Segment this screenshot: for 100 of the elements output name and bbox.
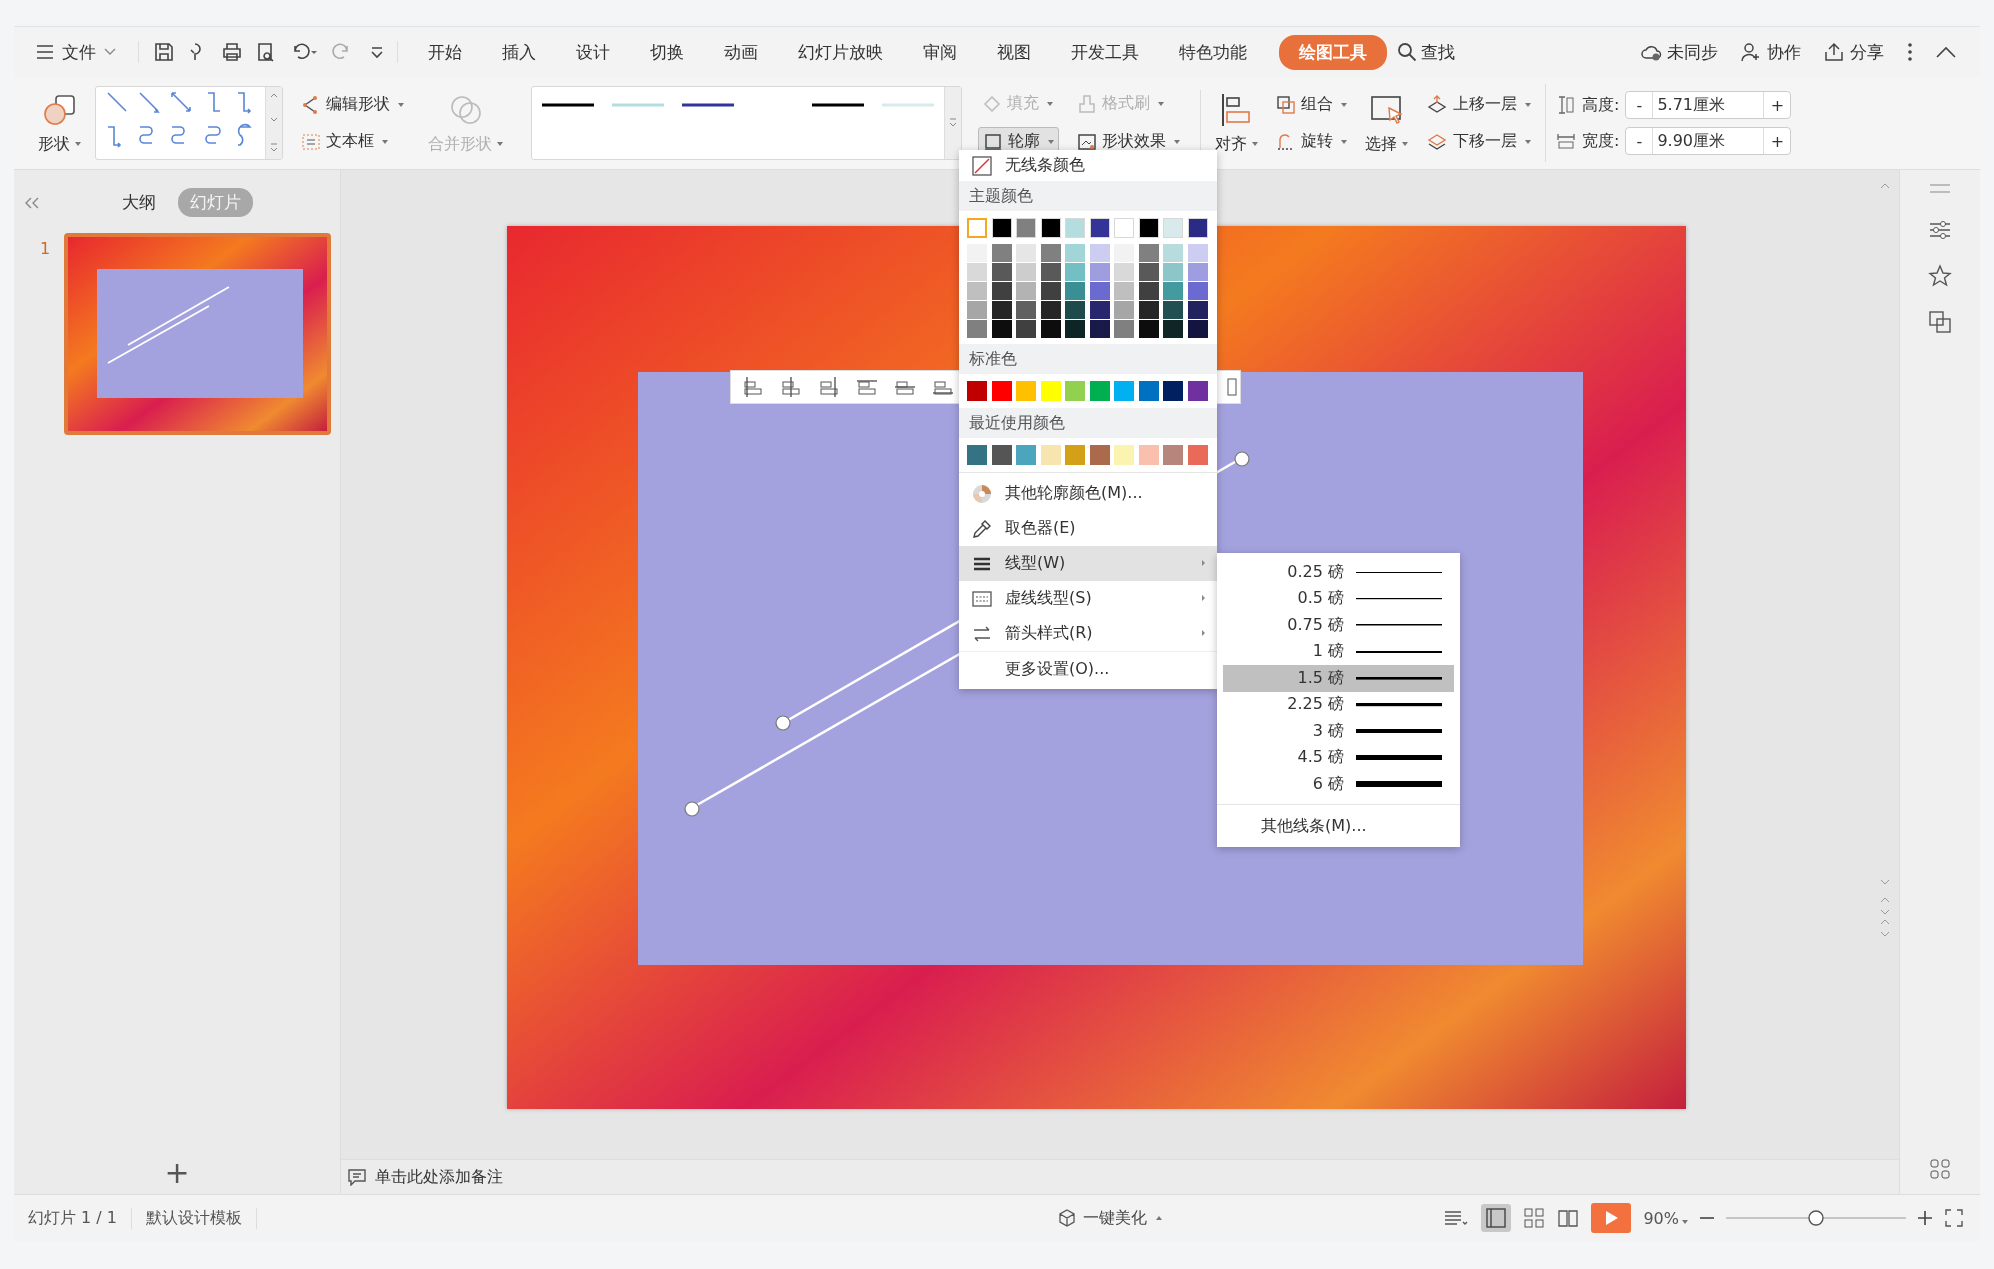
ribbon-tab[interactable]: 开发工具 — [1051, 34, 1159, 70]
save-icon[interactable] — [153, 41, 175, 63]
color-swatch[interactable] — [1187, 301, 1208, 319]
color-swatch[interactable] — [1163, 381, 1183, 401]
line-style-sample[interactable] — [812, 103, 864, 107]
color-swatch[interactable] — [967, 218, 987, 238]
color-swatch[interactable] — [1114, 282, 1134, 300]
color-swatch[interactable] — [1138, 301, 1159, 319]
align-icon[interactable] — [817, 375, 841, 399]
ribbon-button[interactable]: 下移一层 — [1422, 128, 1535, 155]
slide-thumbnail[interactable] — [64, 233, 332, 435]
color-swatch[interactable] — [1065, 320, 1085, 338]
color-swatch[interactable] — [1114, 445, 1134, 465]
color-swatch[interactable] — [1163, 282, 1183, 300]
color-swatch[interactable] — [967, 263, 987, 281]
ribbon-tab[interactable]: 开始 — [408, 34, 482, 70]
color-swatch[interactable] — [1040, 218, 1061, 238]
color-swatch[interactable] — [967, 282, 987, 300]
ribbon-tab[interactable]: 视图 — [977, 34, 1051, 70]
sliders-icon[interactable] — [1928, 218, 1952, 242]
color-swatch[interactable] — [1040, 282, 1061, 300]
color-swatch[interactable] — [1065, 301, 1085, 319]
ribbon-tab[interactable]: 插入 — [482, 34, 556, 70]
grid-icon[interactable] — [1929, 1158, 1951, 1180]
color-swatch[interactable] — [1089, 320, 1110, 338]
color-swatch[interactable] — [1016, 381, 1036, 401]
menu-item[interactable]: 其他线条(M)... — [1217, 803, 1460, 847]
color-swatch[interactable] — [1114, 218, 1134, 238]
line-handle[interactable] — [775, 715, 791, 731]
decrease-button[interactable]: - — [1626, 95, 1653, 115]
decrease-button[interactable]: - — [1626, 131, 1653, 151]
color-swatch[interactable] — [1089, 381, 1110, 401]
more-options-icon[interactable] — [1906, 42, 1914, 62]
menu-item[interactable]: 其他轮廓颜色(M)... — [959, 476, 1217, 511]
ribbon-button[interactable]: 组合 — [1272, 91, 1351, 118]
distribute-icon[interactable] — [1224, 375, 1240, 399]
color-swatch[interactable] — [1138, 320, 1159, 338]
select-button[interactable]: 选择 — [1361, 89, 1412, 157]
line-weight-option[interactable]: 1.5 磅 — [1223, 665, 1454, 692]
beautify-button[interactable]: 一键美化 — [1057, 1207, 1162, 1229]
color-swatch[interactable] — [1114, 263, 1134, 281]
color-swatch[interactable] — [1187, 381, 1208, 401]
color-swatch[interactable] — [1187, 282, 1208, 300]
ribbon-button[interactable]: 编辑形状 — [297, 91, 408, 118]
fit-window-icon[interactable] — [1944, 1208, 1964, 1228]
color-swatch[interactable] — [991, 263, 1012, 281]
line-style-sample[interactable] — [542, 103, 594, 107]
zoom-out-icon[interactable] — [1700, 1216, 1714, 1220]
line-handle[interactable] — [684, 801, 700, 817]
color-swatch[interactable] — [1138, 263, 1159, 281]
increase-button[interactable]: + — [1764, 131, 1791, 151]
color-swatch[interactable] — [1016, 218, 1036, 238]
line-style-sample[interactable] — [682, 103, 734, 107]
color-swatch[interactable] — [1163, 244, 1183, 262]
notes-view-icon[interactable] — [1443, 1208, 1470, 1228]
color-swatch[interactable] — [1065, 263, 1085, 281]
zoom-slider[interactable] — [1726, 1210, 1906, 1226]
color-swatch[interactable] — [1065, 244, 1085, 262]
color-swatch[interactable] — [1163, 445, 1183, 465]
ribbon-tab[interactable]: 审阅 — [903, 34, 977, 70]
color-swatch[interactable] — [1187, 244, 1208, 262]
color-swatch[interactable] — [967, 381, 987, 401]
color-swatch[interactable] — [967, 244, 987, 262]
ribbon-button[interactable]: 上移一层 — [1422, 91, 1535, 118]
color-swatch[interactable] — [1187, 218, 1208, 238]
color-swatch[interactable] — [1138, 282, 1159, 300]
color-swatch[interactable] — [1040, 381, 1061, 401]
toolbar-action-button[interactable]: 分享 — [1823, 40, 1884, 64]
line-weight-option[interactable]: 6 磅 — [1223, 771, 1454, 798]
ribbon-tab[interactable]: 切换 — [630, 34, 704, 70]
line-weight-option[interactable]: 1 磅 — [1223, 638, 1454, 665]
color-swatch[interactable] — [1089, 263, 1110, 281]
color-swatch[interactable] — [1016, 445, 1036, 465]
connector-gallery[interactable] — [95, 86, 283, 160]
print-icon[interactable] — [221, 41, 243, 63]
color-swatch[interactable] — [1065, 381, 1085, 401]
color-swatch[interactable] — [1040, 244, 1061, 262]
color-swatch[interactable] — [1016, 301, 1036, 319]
color-swatch[interactable] — [1089, 218, 1110, 238]
menu-item[interactable]: 线型(W) — [959, 546, 1217, 581]
color-swatch[interactable] — [1065, 282, 1085, 300]
color-swatch[interactable] — [1089, 301, 1110, 319]
ribbon-button[interactable]: 文本框 — [297, 128, 408, 155]
color-swatch[interactable] — [1016, 282, 1036, 300]
toolbar-action-button[interactable]: 协作 — [1740, 40, 1801, 64]
color-swatch[interactable] — [1163, 218, 1183, 238]
color-swatch[interactable] — [991, 244, 1012, 262]
increase-button[interactable]: + — [1764, 95, 1791, 115]
ribbon-tab[interactable]: 动画 — [704, 34, 778, 70]
shape-button[interactable]: 形状 — [34, 89, 85, 157]
color-swatch[interactable] — [1138, 445, 1159, 465]
line-weight-option[interactable]: 0.75 磅 — [1223, 612, 1454, 639]
toolbar-action-button[interactable]: 未同步 — [1640, 40, 1718, 64]
ribbon-tab[interactable]: 特色功能 — [1159, 34, 1267, 70]
zoom-level[interactable]: 90% — [1643, 1208, 1688, 1228]
color-swatch[interactable] — [967, 301, 987, 319]
color-swatch[interactable] — [1163, 320, 1183, 338]
collapse-panel-icon[interactable] — [24, 196, 40, 209]
color-swatch[interactable] — [1114, 301, 1134, 319]
ribbon-tab[interactable]: 幻灯片放映 — [778, 34, 903, 70]
